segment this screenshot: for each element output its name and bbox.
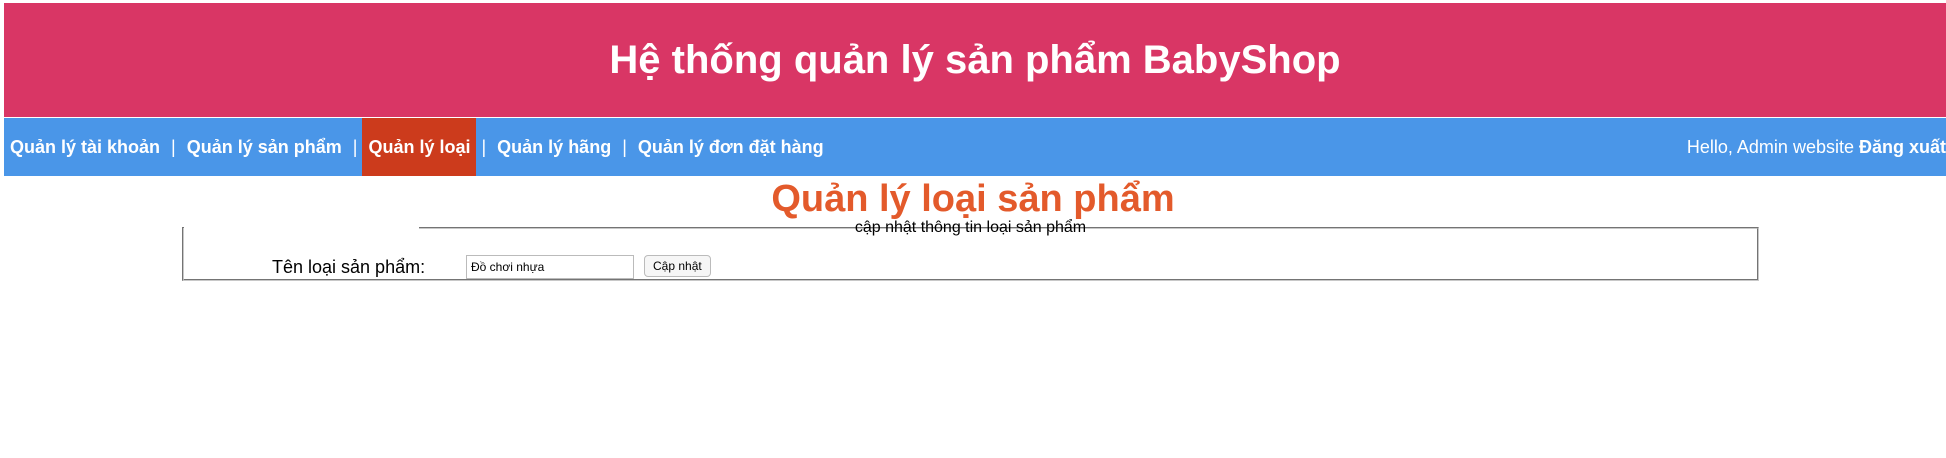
nav-separator: | <box>622 136 627 157</box>
category-name-label: Tên loại sản phẩm: <box>272 257 426 277</box>
user-area: Hello, Admin website Đăng xuất <box>1687 118 1946 176</box>
site-header: Hệ thống quản lý sản phẩm BabyShop <box>4 3 1946 117</box>
update-button[interactable]: Cập nhật <box>644 255 711 277</box>
category-form: cập nhật thông tin loại sản phẩm Tên loạ… <box>182 219 1759 281</box>
nav-separator: | <box>352 136 358 157</box>
page-title: Quản lý loại sản phẩm <box>771 178 1175 220</box>
form-legend: cập nhật thông tin loại sản phẩm <box>854 219 1087 236</box>
category-name-input[interactable] <box>466 255 634 279</box>
site-title: Hệ thống quản lý sản phẩm BabyShop <box>609 37 1341 82</box>
nav-bar: Quản lý tài khoản | Quản lý sản phẩm | Q… <box>4 118 1946 176</box>
nav-separator: | <box>171 136 176 157</box>
nav-separator: | <box>481 136 487 157</box>
nav-menu: Quản lý tài khoản | Quản lý sản phẩm | Q… <box>4 118 1687 176</box>
nav-item-products[interactable]: Quản lý sản phẩm <box>181 118 348 176</box>
nav-item-categories[interactable]: Quản lý loại <box>362 118 477 176</box>
nav-item-brands[interactable]: Quản lý hãng <box>491 118 617 176</box>
logout-link[interactable]: Đăng xuất <box>1859 137 1946 158</box>
nav-item-orders[interactable]: Quản lý đơn đặt hàng <box>632 118 830 176</box>
greeting-text: Hello, Admin website <box>1686 136 1854 157</box>
nav-item-accounts[interactable]: Quản lý tài khoản <box>4 118 166 176</box>
